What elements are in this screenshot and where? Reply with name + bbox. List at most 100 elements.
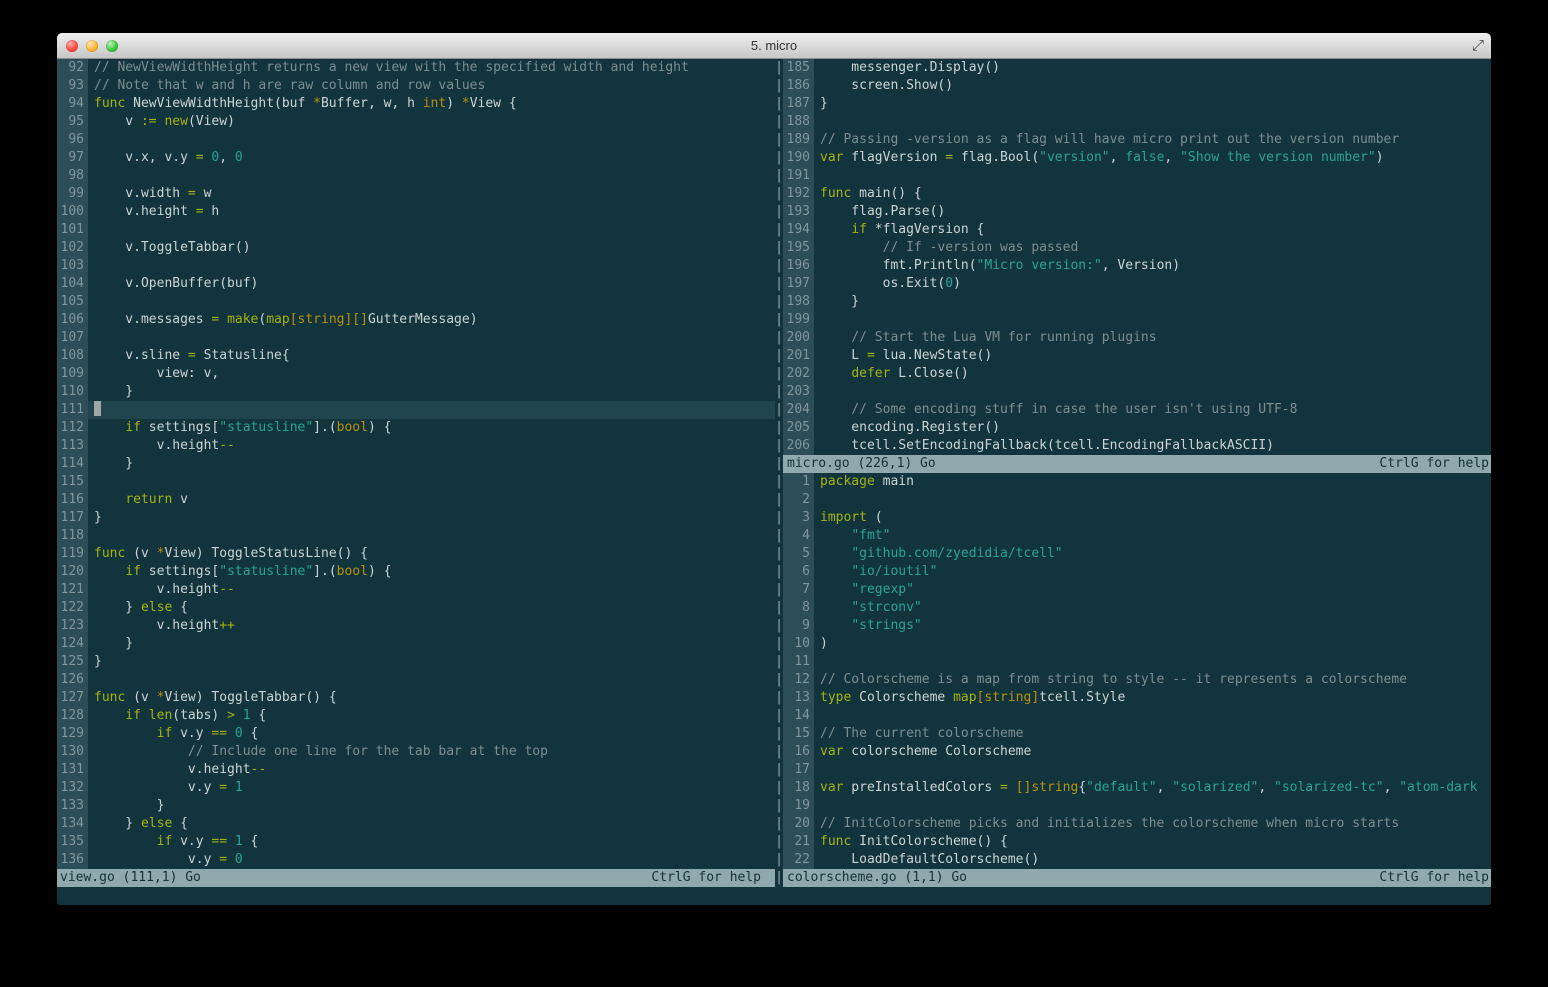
code-line[interactable]: 98 (57, 167, 775, 185)
code-line[interactable]: | 202 defer L.Close() (775, 365, 1491, 383)
code-line[interactable]: 116 return v (57, 491, 775, 509)
code-line[interactable]: 135 if v.y == 1 { (57, 833, 775, 851)
code-line[interactable]: | 193 flag.Parse() (775, 203, 1491, 221)
code-line[interactable]: | 14 (775, 707, 1491, 725)
code-line[interactable]: 131 v.height-- (57, 761, 775, 779)
code-line[interactable]: 132 v.y = 1 (57, 779, 775, 797)
code-line[interactable]: 95 v := new(View) (57, 113, 775, 131)
code-line[interactable]: | 11 (775, 653, 1491, 671)
close-button[interactable] (66, 40, 78, 52)
code-line[interactable]: 124 } (57, 635, 775, 653)
code-line[interactable]: | 200 // Start the Lua VM for running plu… (775, 329, 1491, 347)
code-line[interactable]: 122 } else { (57, 599, 775, 617)
line-number: 110 (57, 383, 88, 401)
code-line[interactable]: 100 v.height = h (57, 203, 775, 221)
code-line[interactable]: | 187} (775, 95, 1491, 113)
code-line[interactable]: 104 v.OpenBuffer(buf) (57, 275, 775, 293)
code-line[interactable]: | 21 func InitColorscheme() { (775, 833, 1491, 851)
code-line[interactable]: | 6 "io/ioutil" (775, 563, 1491, 581)
code-line[interactable]: | 2 (775, 491, 1491, 509)
code-line[interactable]: | 185 messenger.Display() (775, 59, 1491, 77)
code-line[interactable]: | 5 "github.com/zyedidia/tcell" (775, 545, 1491, 563)
code-line[interactable]: | 199 (775, 311, 1491, 329)
code-line[interactable]: 94 func NewViewWidthHeight(buf *Buffer, w… (57, 95, 775, 113)
code-line[interactable]: 130 // Include one line for the tab bar … (57, 743, 775, 761)
code-line[interactable]: | 13 type Colorscheme map[string]tcell.Sty… (775, 689, 1491, 707)
code-line[interactable]: 113 v.height-- (57, 437, 775, 455)
code-line[interactable]: 133 } (57, 797, 775, 815)
code-line[interactable]: | 10) (775, 635, 1491, 653)
code-line[interactable]: 129 if v.y == 0 { (57, 725, 775, 743)
titlebar[interactable]: 5. micro ⤢ (57, 33, 1491, 59)
code-line[interactable]: 96 (57, 131, 775, 149)
code-line[interactable]: 128 if len(tabs) > 1 { (57, 707, 775, 725)
code-line[interactable]: 110 } (57, 383, 775, 401)
code-line[interactable]: | 205 encoding.Register() (775, 419, 1491, 437)
code-line[interactable]: | 206 tcell.SetEncodingFallback(tcell.Enc… (775, 437, 1491, 455)
code-line[interactable]: 115 (57, 473, 775, 491)
code-line[interactable]: 108 v.sline = Statusline{ (57, 347, 775, 365)
code-line[interactable]: 136 v.y = 0 (57, 851, 775, 869)
fullscreen-icon[interactable]: ⤢ (1472, 36, 1484, 54)
code-line[interactable]: 103 (57, 257, 775, 275)
code-line[interactable]: | 7 "regexp" (775, 581, 1491, 599)
code-line[interactable]: 134 } else { (57, 815, 775, 833)
code-line[interactable]: | 198 } (775, 293, 1491, 311)
code-line[interactable]: 127 func (v *View) ToggleTabbar() { (57, 689, 775, 707)
code-line[interactable]: | 204 // Some encoding stuff in case the … (775, 401, 1491, 419)
code-line[interactable]: | 4 "fmt" (775, 527, 1491, 545)
code-line[interactable]: | 16 var colorscheme Colorscheme (775, 743, 1491, 761)
zoom-button[interactable] (106, 40, 118, 52)
code-line[interactable]: 126 (57, 671, 775, 689)
code-line[interactable]: 105 (57, 293, 775, 311)
code-line[interactable]: | 20 // InitColorscheme picks and initiali… (775, 815, 1491, 833)
code-line[interactable]: 117} (57, 509, 775, 527)
code-line[interactable]: | 1 package main (775, 473, 1491, 491)
code-line[interactable]: 102 v.ToggleTabbar() (57, 239, 775, 257)
pane-colorscheme-go[interactable]: | 1 package main | 2 | 3 import (| 4 "fmt" | 5 "gi… (775, 473, 1491, 869)
minimize-button[interactable] (86, 40, 98, 52)
code-line[interactable]: | 17 (775, 761, 1491, 779)
pane-micro-go[interactable]: | 185 messenger.Display() | 186 screen.Show… (775, 59, 1491, 455)
code-line[interactable]: 99 v.width = w (57, 185, 775, 203)
statusbar-micro-go: micro.go (226,1) Go CtrlG for help (783, 455, 1491, 473)
code-line[interactable]: 125} (57, 653, 775, 671)
code-line[interactable]: 97 v.x, v.y = 0, 0 (57, 149, 775, 167)
code-line[interactable]: 92 // NewViewWidthHeight returns a new vi… (57, 59, 775, 77)
code-line[interactable]: | 192 func main() { (775, 185, 1491, 203)
code-line[interactable]: | 22 LoadDefaultColorscheme() (775, 851, 1491, 869)
code-line[interactable]: 112 if settings["statusline"].(bool) { (57, 419, 775, 437)
code-line[interactable]: 101 (57, 221, 775, 239)
code-line[interactable]: | 8 "strconv" (775, 599, 1491, 617)
code-line[interactable]: 111 (57, 401, 775, 419)
code-line[interactable]: | 203 (775, 383, 1491, 401)
code-line[interactable]: 118 (57, 527, 775, 545)
command-line[interactable] (57, 887, 1491, 904)
pane-view-go[interactable]: 92 // NewViewWidthHeight returns a new vi… (57, 59, 775, 869)
code-line[interactable]: 107 (57, 329, 775, 347)
code-line[interactable]: | 9 "strings" (775, 617, 1491, 635)
code-line[interactable]: 114 } (57, 455, 775, 473)
code-line[interactable]: | 15 // The current colorscheme (775, 725, 1491, 743)
code-line[interactable]: 121 v.height-- (57, 581, 775, 599)
code-line[interactable]: 123 v.height++ (57, 617, 775, 635)
code-line[interactable]: | 12 // Colorscheme is a map from string t… (775, 671, 1491, 689)
code-line[interactable]: | 190 var flagVersion = flag.Bool("version… (775, 149, 1491, 167)
code-line[interactable]: | 197 os.Exit(0) (775, 275, 1491, 293)
code-line[interactable]: | 188 (775, 113, 1491, 131)
code-line[interactable]: | 191 (775, 167, 1491, 185)
code-line[interactable]: 93 // Note that w and h are raw column an… (57, 77, 775, 95)
code-line[interactable]: | 201 L = lua.NewState() (775, 347, 1491, 365)
code-line[interactable]: | 186 screen.Show() (775, 77, 1491, 95)
code-line[interactable]: | 196 fmt.Println("Micro version:", Versi… (775, 257, 1491, 275)
code-line[interactable]: | 19 (775, 797, 1491, 815)
code-line[interactable]: | 3 import ( (775, 509, 1491, 527)
code-line[interactable]: | 195 // If -version was passed (775, 239, 1491, 257)
code-line[interactable]: | 194 if *flagVersion { (775, 221, 1491, 239)
code-line[interactable]: 120 if settings["statusline"].(bool) { (57, 563, 775, 581)
code-line[interactable]: 119 func (v *View) ToggleStatusLine() { (57, 545, 775, 563)
code-line[interactable]: | 189 // Passing -version as a flag will h… (775, 131, 1491, 149)
code-line[interactable]: | 18 var preInstalledColors = []string{"de… (775, 779, 1491, 797)
code-line[interactable]: 106 v.messages = make(map[string][]Gutte… (57, 311, 775, 329)
code-line[interactable]: 109 view: v, (57, 365, 775, 383)
